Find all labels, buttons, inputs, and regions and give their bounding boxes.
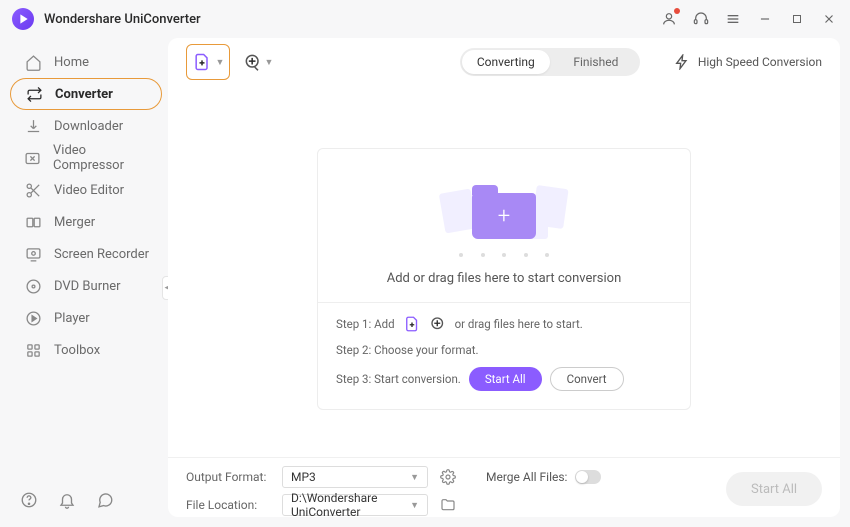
step-3-text: Step 3: Start conversion. bbox=[336, 372, 461, 386]
add-url-button[interactable]: ▼ bbox=[240, 44, 276, 80]
sidebar-item-label: DVD Burner bbox=[54, 279, 121, 294]
dropzone-text: Add or drag files here to start conversi… bbox=[336, 271, 672, 286]
sidebar-item-label: Video Compressor bbox=[53, 143, 152, 173]
sidebar-item-downloader[interactable]: Downloader bbox=[10, 110, 162, 142]
step-3: Step 3: Start conversion. Start All Conv… bbox=[336, 367, 672, 391]
titlebar-right bbox=[660, 10, 838, 28]
chevron-down-icon: ▼ bbox=[410, 500, 419, 511]
minimize-button[interactable] bbox=[756, 10, 774, 28]
sidebar-item-toolbox[interactable]: Toolbox bbox=[10, 334, 162, 366]
file-location-label: File Location: bbox=[186, 498, 272, 512]
sidebar-item-player[interactable]: Player bbox=[10, 302, 162, 334]
folder-icon: + bbox=[472, 193, 536, 239]
sidebar-bottom bbox=[20, 491, 114, 509]
sidebar-item-label: Screen Recorder bbox=[54, 247, 149, 262]
add-url-icon[interactable] bbox=[429, 315, 447, 333]
support-icon[interactable] bbox=[692, 10, 710, 28]
start-all-button[interactable]: Start All bbox=[469, 367, 542, 391]
scissors-icon bbox=[24, 181, 42, 199]
output-format-label: Output Format: bbox=[186, 470, 272, 484]
format-settings-button[interactable] bbox=[438, 467, 458, 487]
start-all-footer-button[interactable]: Start All bbox=[726, 472, 822, 506]
high-speed-label: High Speed Conversion bbox=[698, 55, 822, 69]
app-title: Wondershare UniConverter bbox=[44, 12, 201, 27]
file-location-select[interactable]: D:\Wondershare UniConverter ▼ bbox=[282, 494, 428, 516]
tab-finished[interactable]: Finished bbox=[552, 48, 640, 76]
sidebar-item-editor[interactable]: Video Editor bbox=[10, 174, 162, 206]
step-1-suffix: or drag files here to start. bbox=[455, 317, 583, 331]
merge-toggle[interactable] bbox=[575, 470, 601, 484]
sidebar-item-label: Downloader bbox=[54, 119, 123, 134]
main-panel: ▼ ▼ Converting Finished High Speed Conve… bbox=[168, 38, 840, 517]
merge-icon bbox=[24, 213, 42, 231]
feedback-icon[interactable] bbox=[96, 491, 114, 509]
sidebar-item-compressor[interactable]: Video Compressor bbox=[10, 142, 162, 174]
dropzone-illustration: + bbox=[336, 173, 672, 259]
menu-icon[interactable] bbox=[724, 10, 742, 28]
merge-label: Merge All Files: bbox=[486, 470, 567, 484]
sidebar-item-dvd[interactable]: DVD Burner bbox=[10, 270, 162, 302]
chevron-down-icon: ▼ bbox=[410, 472, 419, 483]
record-icon bbox=[24, 245, 42, 263]
output-format-select[interactable]: MP3 ▼ bbox=[282, 466, 428, 488]
step-1: Step 1: Add or drag files here to start. bbox=[336, 315, 672, 333]
maximize-button[interactable] bbox=[788, 10, 806, 28]
chevron-down-icon: ▼ bbox=[265, 57, 274, 68]
grid-icon bbox=[24, 341, 42, 359]
step-2-text: Step 2: Choose your format. bbox=[336, 343, 479, 357]
toolbar: ▼ ▼ Converting Finished High Speed Conve… bbox=[168, 38, 840, 86]
help-icon[interactable] bbox=[20, 491, 38, 509]
output-format-value: MP3 bbox=[291, 470, 316, 484]
app-logo bbox=[12, 8, 34, 30]
add-file-icon[interactable] bbox=[403, 315, 421, 333]
sidebar-item-label: Merger bbox=[54, 215, 95, 230]
sidebar-item-label: Player bbox=[54, 311, 90, 326]
add-files-button[interactable]: ▼ bbox=[186, 44, 230, 80]
sidebar-item-merger[interactable]: Merger bbox=[10, 206, 162, 238]
titlebar: Wondershare UniConverter bbox=[0, 0, 850, 38]
sidebar-item-label: Home bbox=[54, 55, 89, 70]
open-folder-button[interactable] bbox=[438, 495, 458, 515]
content: + Add or drag files here to start conver… bbox=[168, 86, 840, 457]
dropzone[interactable]: + Add or drag files here to start conver… bbox=[317, 148, 691, 410]
chevron-down-icon: ▼ bbox=[216, 57, 225, 68]
sidebar-item-converter[interactable]: Converter bbox=[10, 78, 162, 110]
step-1-prefix: Step 1: Add bbox=[336, 317, 395, 331]
footer: Output Format: MP3 ▼ Merge All Files: Fi… bbox=[168, 457, 840, 517]
play-icon bbox=[24, 309, 42, 327]
step-2: Step 2: Choose your format. bbox=[336, 343, 672, 357]
body: Home Converter Downloader Video Compress… bbox=[0, 38, 850, 527]
titlebar-left: Wondershare UniConverter bbox=[12, 8, 201, 30]
compress-icon bbox=[24, 149, 41, 167]
download-icon bbox=[24, 117, 42, 135]
convert-icon bbox=[25, 85, 43, 103]
bell-icon[interactable] bbox=[58, 491, 76, 509]
sidebar-item-label: Video Editor bbox=[54, 183, 124, 198]
steps: Step 1: Add or drag files here to start.… bbox=[336, 315, 672, 391]
sidebar-item-label: Toolbox bbox=[54, 343, 100, 358]
disc-icon bbox=[24, 277, 42, 295]
sidebar: Home Converter Downloader Video Compress… bbox=[6, 38, 166, 517]
status-tabs: Converting Finished bbox=[460, 48, 640, 76]
footer-row-location: File Location: D:\Wondershare UniConvert… bbox=[186, 494, 822, 516]
home-icon bbox=[24, 53, 42, 71]
sidebar-item-home[interactable]: Home bbox=[10, 46, 162, 78]
sidebar-item-label: Converter bbox=[55, 87, 113, 102]
convert-button[interactable]: Convert bbox=[550, 367, 624, 391]
tab-converting[interactable]: Converting bbox=[462, 50, 550, 74]
notification-dot bbox=[674, 8, 680, 14]
high-speed-toggle[interactable]: High Speed Conversion bbox=[674, 54, 822, 70]
divider bbox=[318, 302, 690, 303]
close-button[interactable] bbox=[820, 10, 838, 28]
merge-control: Merge All Files: bbox=[486, 470, 601, 484]
sidebar-item-recorder[interactable]: Screen Recorder bbox=[10, 238, 162, 270]
account-icon[interactable] bbox=[660, 10, 678, 28]
file-location-value: D:\Wondershare UniConverter bbox=[291, 491, 410, 519]
